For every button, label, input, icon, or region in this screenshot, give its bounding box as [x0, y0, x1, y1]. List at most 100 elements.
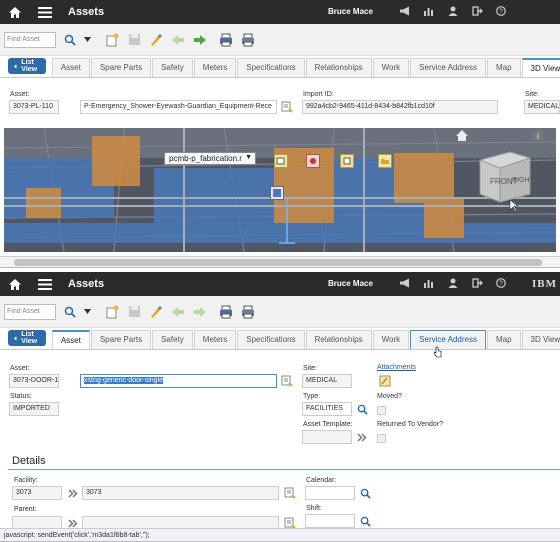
list-view-button[interactable]: List View	[8, 330, 46, 346]
clear-changes-icon[interactable]	[146, 302, 166, 322]
tab-spare-parts[interactable]: Spare Parts	[90, 330, 152, 349]
user-name[interactable]: Bruce Mace	[328, 279, 373, 288]
tab-3d-view[interactable]: 3D View	[521, 58, 560, 77]
previous-record-icon[interactable]	[168, 302, 188, 322]
list-view-button[interactable]: List View	[8, 58, 46, 74]
search-icon[interactable]	[60, 302, 80, 322]
chevron-down-icon[interactable]	[82, 30, 92, 50]
details-section-title[interactable]: Details	[12, 455, 46, 467]
tab-work[interactable]: Work	[372, 58, 410, 77]
detail-menu-icon[interactable]	[355, 430, 369, 444]
facility-detail-menu-icon[interactable]	[66, 486, 80, 500]
print-icon[interactable]	[216, 302, 236, 322]
long-description-icon[interactable]	[280, 374, 294, 388]
help-icon[interactable]: ?	[494, 3, 508, 19]
info-icon: i	[532, 130, 544, 142]
tab-map[interactable]: Map	[486, 58, 521, 77]
hamburger-menu-icon[interactable]	[30, 0, 60, 24]
display-selected-icon[interactable]	[340, 154, 354, 168]
tab-work[interactable]: Work	[372, 330, 410, 349]
reports-chart-icon[interactable]	[422, 3, 436, 19]
tab-specifications[interactable]: Specifications	[237, 58, 305, 77]
previous-record-icon[interactable]	[168, 30, 188, 50]
next-record-icon[interactable]	[190, 30, 210, 50]
next-record-icon[interactable]	[190, 302, 210, 322]
reports-chart-icon[interactable]	[422, 275, 436, 291]
back-arrow-icon	[14, 335, 17, 341]
model-folder-icon[interactable]	[378, 154, 392, 168]
tab-safety[interactable]: Safety	[152, 330, 193, 349]
tab-asset[interactable]: Asset	[51, 58, 90, 77]
search-icon[interactable]	[60, 30, 80, 50]
tab-specifications[interactable]: Specifications	[237, 330, 305, 349]
help-icon[interactable]: ?	[494, 275, 508, 291]
moved-checkbox[interactable]	[377, 406, 386, 415]
tab-meters[interactable]: Meters	[193, 330, 237, 349]
tab-service-address[interactable]: Service Address	[410, 58, 486, 77]
hand-pointer-icon	[433, 346, 442, 358]
new-record-icon[interactable]	[102, 30, 122, 50]
save-icon[interactable]	[124, 302, 144, 322]
new-record-icon[interactable]	[102, 302, 122, 322]
user-name[interactable]: Bruce Mace	[328, 7, 373, 16]
print-attachments-icon[interactable]	[238, 30, 258, 50]
hamburger-menu-icon[interactable]	[30, 272, 60, 296]
model-selector-dropdown[interactable]: pcmb-p_fabrication.r ▼	[164, 152, 256, 165]
asset-field[interactable]: 3073-DOOR-1	[9, 374, 59, 388]
asset-template-label: Asset Template:	[303, 421, 353, 428]
tab-relationships[interactable]: Relationships	[305, 58, 372, 77]
find-asset-input[interactable]: Find Asset	[4, 303, 56, 320]
print-attachments-icon[interactable]	[238, 302, 258, 322]
facility-description-field[interactable]: 3073	[82, 486, 279, 500]
tab-map[interactable]: Map	[486, 330, 521, 349]
bulletin-megaphone-icon[interactable]	[398, 275, 412, 291]
attachments-link[interactable]: Attachments	[377, 364, 416, 371]
attachments-icon[interactable]	[378, 374, 392, 388]
save-icon[interactable]	[124, 30, 144, 50]
sign-out-icon[interactable]	[470, 275, 484, 291]
facility-field[interactable]: 3073	[12, 486, 62, 500]
scrollbar-thumb[interactable]	[14, 259, 542, 266]
site-field[interactable]: MEDICAL	[302, 374, 352, 388]
tab-relationships[interactable]: Relationships	[305, 330, 372, 349]
clear-selection-icon[interactable]	[306, 154, 320, 168]
description-field[interactable]: P-Emergency_Shower-Eyewash-Guardian_Equi…	[80, 100, 277, 114]
type-lookup-icon[interactable]	[355, 402, 369, 416]
chevron-down-icon[interactable]	[82, 302, 92, 322]
back-arrow-icon	[14, 63, 17, 69]
tab-service-address[interactable]: Service Address	[410, 330, 486, 349]
bulletin-megaphone-icon[interactable]	[398, 3, 412, 19]
calendar-lookup-icon[interactable]	[358, 486, 372, 500]
tab-meters[interactable]: Meters	[193, 58, 237, 77]
tab-3d-view[interactable]: 3D View	[521, 330, 560, 349]
returned-to-vendor-checkbox[interactable]	[377, 434, 386, 443]
zoom-to-selected-icon[interactable]	[274, 154, 288, 168]
facility-long-description-icon[interactable]	[283, 486, 297, 500]
type-field[interactable]: FACILITIES	[302, 402, 352, 416]
tab-safety[interactable]: Safety	[152, 58, 193, 77]
3d-model-viewer[interactable]: FRONT RIGHT i pcmb-p_fabrication.r ▼	[4, 128, 556, 252]
home-icon[interactable]	[0, 0, 30, 24]
calendar-field[interactable]	[305, 486, 355, 500]
moved-label: Moved?	[377, 393, 402, 400]
horizontal-scrollbar[interactable]	[0, 256, 560, 267]
long-description-icon[interactable]	[280, 100, 294, 114]
print-icon[interactable]	[216, 30, 236, 50]
shift-field[interactable]	[305, 514, 355, 528]
profile-icon[interactable]	[446, 275, 460, 291]
shift-lookup-icon[interactable]	[358, 514, 372, 528]
tab-asset[interactable]: Asset	[51, 330, 90, 349]
sign-out-icon[interactable]	[470, 3, 484, 19]
import-id-field[interactable]: 992a4cb2-9465-411d-8434-b842fb1cd10f	[302, 100, 498, 114]
asset-template-field[interactable]	[302, 430, 352, 444]
clear-changes-icon[interactable]	[146, 30, 166, 50]
resize-view-icon[interactable]	[270, 186, 284, 200]
tab-spare-parts[interactable]: Spare Parts	[90, 58, 152, 77]
profile-icon[interactable]	[446, 3, 460, 19]
status-field[interactable]: IMPORTED	[9, 402, 59, 416]
home-icon[interactable]	[0, 272, 30, 296]
asset-field[interactable]: 3073-PL-110	[9, 100, 59, 114]
find-asset-input[interactable]: Find Asset	[4, 31, 56, 48]
site-field[interactable]: MEDICAL	[524, 100, 560, 114]
description-field[interactable]: xstng-generic-door-single	[80, 374, 277, 388]
